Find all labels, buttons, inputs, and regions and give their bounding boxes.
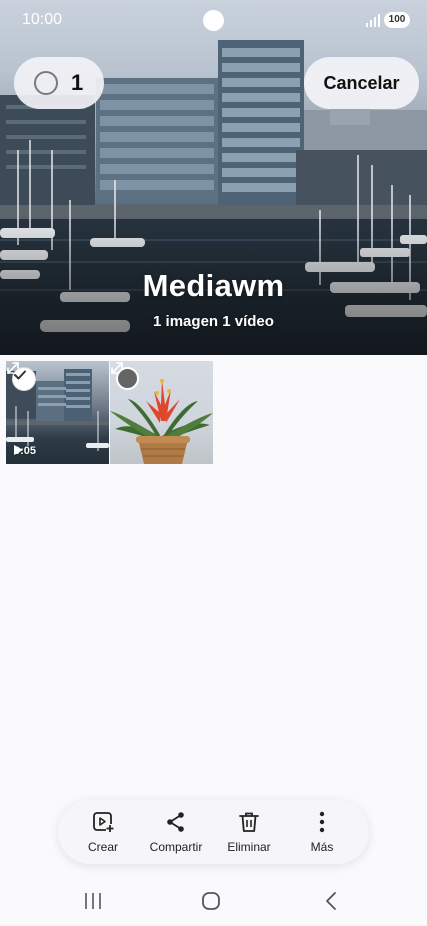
trash-icon: [239, 812, 259, 832]
select-all-circle-icon: [34, 71, 58, 95]
play-icon: [14, 445, 23, 455]
signal-bars-icon: [366, 14, 380, 27]
selected-count: 1: [71, 70, 84, 95]
back-icon: [326, 892, 336, 910]
expand-icon[interactable]: [110, 361, 124, 375]
cancel-button[interactable]: Cancelar: [304, 57, 419, 109]
battery-indicator: 100: [384, 12, 410, 28]
front-camera: [203, 10, 224, 31]
album-cover: Mediawm 1 imagen 1 vídeo: [0, 0, 427, 355]
bottom-action-bar: Crear Compartir Eliminar Más: [58, 800, 369, 864]
delete-button[interactable]: Eliminar: [214, 810, 284, 854]
expand-icon[interactable]: [6, 361, 20, 375]
select-all-button[interactable]: 1: [14, 57, 104, 109]
create-button[interactable]: Crear: [68, 810, 138, 854]
video-duration: 0:05: [14, 445, 36, 457]
back-button[interactable]: [318, 888, 344, 914]
recents-button[interactable]: [78, 888, 108, 914]
status-time: 10:00: [22, 11, 63, 28]
create-label: Crear: [87, 840, 118, 854]
thumbnail-video[interactable]: 0:05: [6, 361, 109, 464]
more-button[interactable]: Más: [287, 810, 357, 854]
delete-label: Eliminar: [227, 840, 271, 854]
recents-icon: [85, 893, 101, 909]
more-label: Más: [310, 840, 334, 854]
album-subtitle: 1 imagen 1 vídeo: [153, 313, 274, 330]
create-video-icon: [93, 812, 114, 832]
more-vertical-icon: [319, 811, 325, 833]
album-title: Mediawm: [142, 268, 285, 303]
share-label: Compartir: [149, 840, 203, 854]
home-icon: [202, 892, 220, 910]
home-button[interactable]: [196, 888, 226, 914]
share-button[interactable]: Compartir: [141, 810, 211, 854]
thumbnail-image[interactable]: [110, 361, 213, 464]
share-icon: [167, 812, 184, 832]
